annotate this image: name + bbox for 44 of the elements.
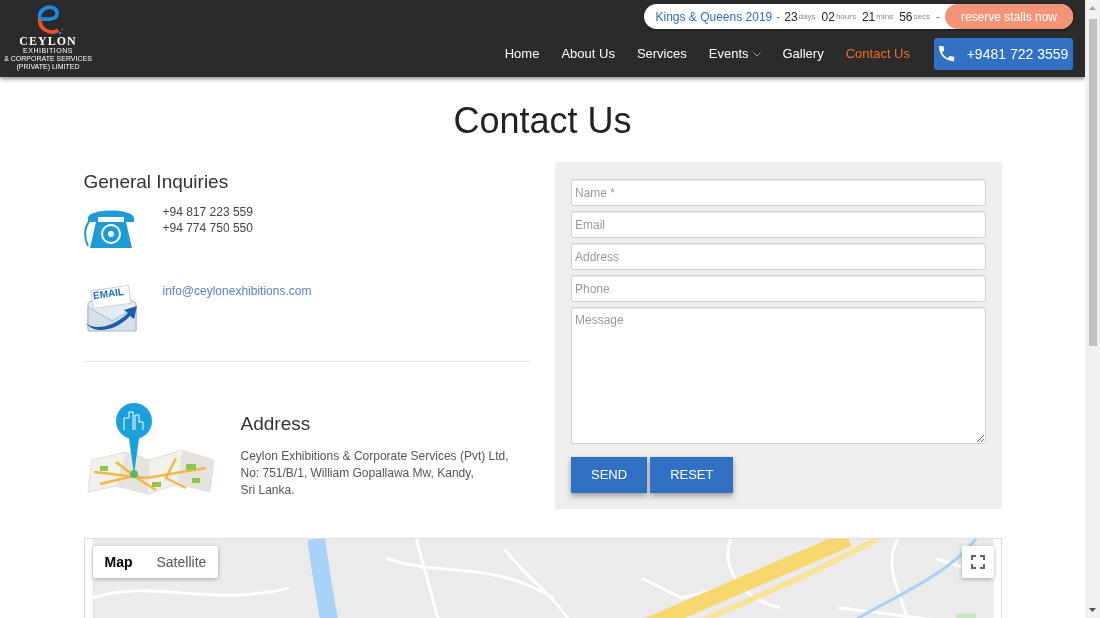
event-name[interactable]: Kings & Queens 2019 [655, 7, 773, 26]
address-text: Ceylon Exhibitions & Corporate Services (Pvt) Ltd, No: 751/B/1, William Gopallawa Mw, Kandy, Sri Lanka. [240, 448, 509, 499]
form-button[interactable]: SEND [571, 457, 648, 493]
countdown-value: 21 [861, 8, 876, 26]
nav-link[interactable]: About Us [561, 38, 615, 70]
text-input[interactable]: Phone [571, 275, 986, 302]
map-location-icon [85, 402, 217, 495]
text-input[interactable]: Address [571, 243, 986, 270]
countdown-unit: hours [835, 10, 856, 23]
nav-link[interactable]: Services [636, 38, 687, 70]
email-link[interactable]: info@ceylonexhibitions.com [162, 283, 312, 299]
form-button[interactable]: RESET [650, 457, 734, 493]
countdown-value: 02 [821, 8, 835, 26]
separator: - [776, 8, 781, 26]
phone-number: +94 774 750 550 [162, 220, 253, 236]
countdown-value: 56 [899, 8, 913, 26]
phone-icon [938, 46, 955, 62]
nav-link[interactable]: Home [504, 38, 540, 70]
map-type-tab[interactable]: Satellite [144, 546, 219, 578]
map-type-tab[interactable]: Map [92, 546, 145, 578]
fullscreen-icon[interactable] [970, 555, 985, 569]
section-heading: Address [240, 412, 312, 436]
countdown-unit: mins [876, 10, 894, 23]
countdown-unit: secs [913, 10, 930, 23]
nav-link[interactable]: Gallery [782, 38, 824, 70]
fullscreen-button[interactable] [961, 546, 994, 578]
text-input[interactable]: Name * [571, 179, 986, 206]
scrollbar[interactable] [1085, 0, 1100, 618]
separator: - [935, 8, 940, 26]
phone-number: +94 817 223 559 [162, 204, 253, 220]
caret-icon[interactable] [752, 51, 761, 57]
page-title: Contact Us [452, 99, 633, 143]
nav-link[interactable]: Events [708, 38, 761, 70]
scrollbar-thumb[interactable] [1088, 19, 1097, 346]
section-heading: General Inquiries [83, 170, 230, 194]
message-textarea[interactable]: Message [571, 307, 986, 444]
logo-wordmark: CEYLON [19, 35, 77, 47]
countdown-unit: days [798, 10, 816, 23]
nav-link[interactable]: Contact Us [845, 38, 910, 70]
countdown-value: 23 [784, 8, 798, 26]
scroll-down-icon[interactable] [1089, 608, 1096, 612]
phone-button[interactable]: +9481 722 3559 [934, 38, 1073, 70]
email-icon-label: EMAIL [91, 285, 125, 303]
text-input[interactable]: Email [571, 211, 986, 238]
